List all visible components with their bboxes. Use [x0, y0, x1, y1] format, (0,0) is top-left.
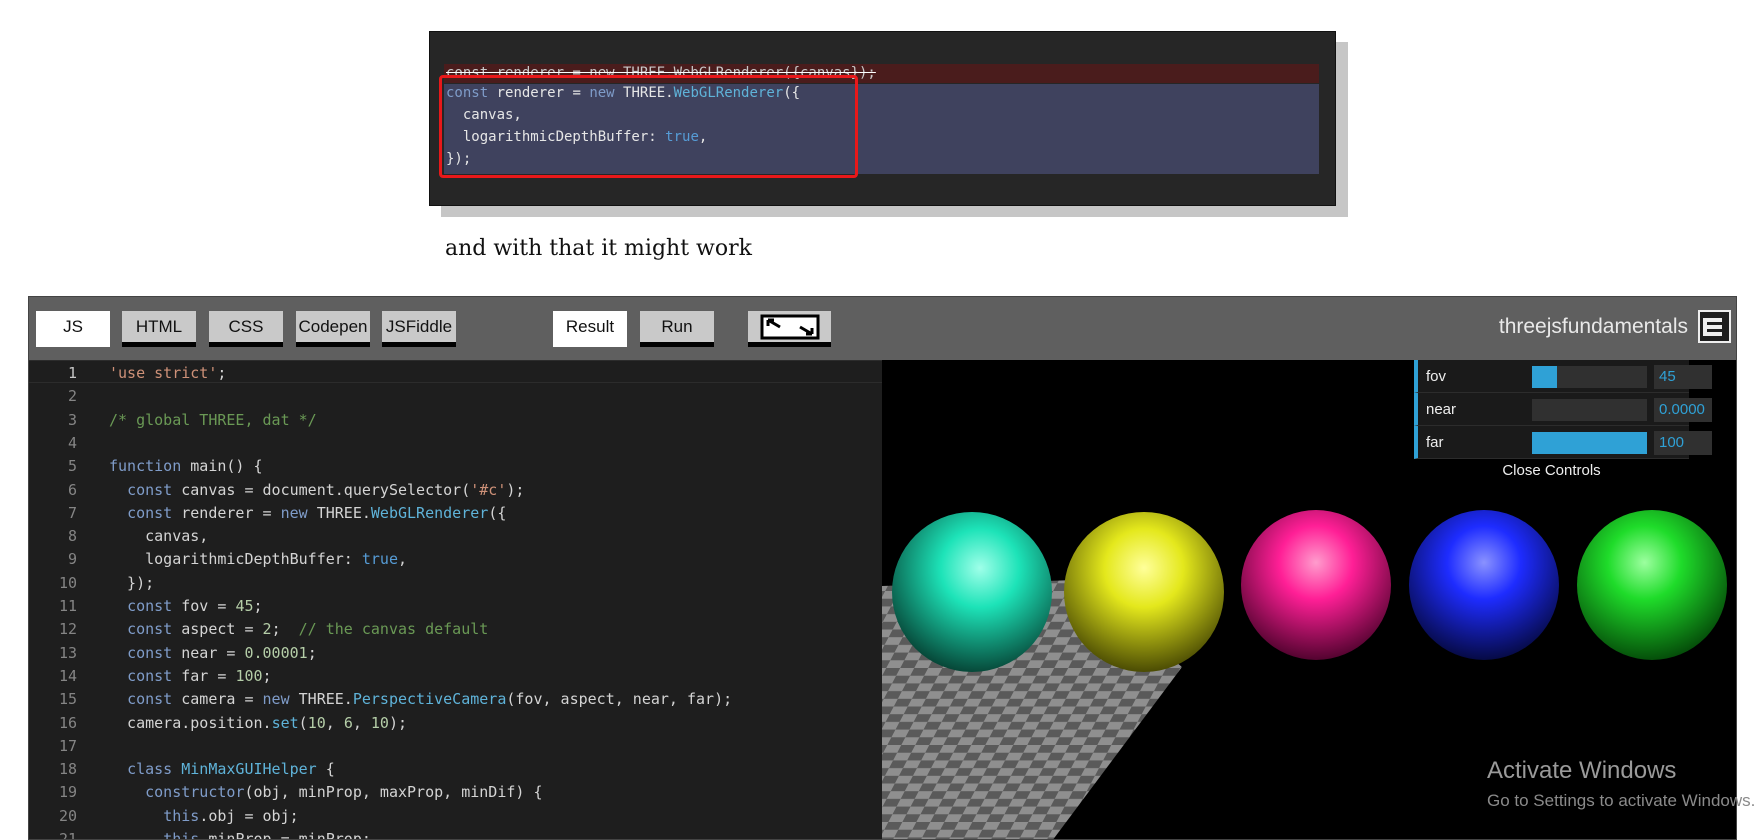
brand-name[interactable]: threejsfundamentals [1499, 315, 1688, 339]
expand-arrows-icon [760, 314, 819, 339]
tab-js[interactable]: JS [36, 311, 110, 347]
line-number: 16 [58, 713, 77, 732]
line-number: 15 [58, 690, 77, 709]
line-number: 4 [67, 433, 77, 452]
line-number: 10 [58, 573, 77, 592]
line-number: 21 [58, 830, 77, 840]
code-line[interactable]: /* global THREE, dat */ [109, 411, 317, 429]
gui-slider-fill [1532, 366, 1558, 388]
activate-windows-subtitle: Go to Settings to activate Windows. [1487, 791, 1756, 810]
gui-control-fov: fov 45 [1414, 360, 1712, 393]
code-line[interactable]: logarithmicDepthBuffer: true, [109, 550, 407, 568]
code-editor[interactable]: 1 'use strict'; 2 3 /* global THREE, dat */ 4… [29, 360, 882, 840]
gui-slider[interactable] [1532, 432, 1647, 454]
line-number: 17 [58, 736, 77, 755]
gui-control-far: far 100 [1414, 426, 1712, 459]
line-number: 8 [67, 527, 77, 546]
line-number: 6 [67, 480, 77, 499]
gui-control-near: near 0.0000 [1414, 393, 1712, 426]
gui-label: far [1426, 434, 1444, 451]
line-number: 1 [67, 364, 77, 382]
close-controls-button[interactable]: Close Controls [1414, 459, 1689, 483]
dat-gui-panel: fov 45 near 0.0000 far 100 Close Controls [1414, 360, 1712, 483]
sphere-magenta [1241, 510, 1391, 660]
line-number: 13 [58, 643, 77, 662]
gui-label: near [1426, 401, 1457, 418]
highlight-box [439, 75, 858, 178]
threejsfundamentals-logo-icon[interactable] [1698, 310, 1731, 343]
code-line[interactable]: const camera = new THREE.PerspectiveCame… [109, 690, 732, 708]
sphere-cyan [892, 512, 1052, 672]
line-number: 20 [58, 806, 77, 825]
code-line[interactable]: constructor(obj, minProp, maxProp, minDi… [109, 783, 542, 801]
code-line[interactable]: this.minProp = minProp; [109, 830, 371, 839]
editor-toolbar: JS HTML CSS Codepen JSFiddle Result Run … [29, 297, 1736, 360]
gui-slider[interactable] [1532, 366, 1647, 388]
code-line[interactable]: canvas, [109, 527, 208, 545]
line-number: 18 [58, 760, 77, 779]
line-number: 12 [58, 620, 77, 639]
code-line[interactable]: class MinMaxGUIHelper { [109, 760, 335, 778]
code-line[interactable]: }); [109, 574, 154, 592]
tab-codepen[interactable]: Codepen [296, 311, 370, 347]
line-number: 14 [58, 666, 77, 685]
gui-value-input[interactable]: 0.0000 [1654, 398, 1712, 422]
run-button[interactable]: Run [640, 311, 714, 347]
gui-value-input[interactable]: 100 [1654, 431, 1712, 455]
gui-slider[interactable] [1532, 399, 1647, 421]
gui-value-input[interactable]: 45 [1654, 365, 1712, 389]
code-line[interactable]: function main() { [109, 457, 263, 475]
line-number: 3 [67, 410, 77, 429]
caption-text: and with that it might work [445, 236, 752, 261]
fullscreen-button[interactable] [748, 311, 831, 347]
code-line[interactable]: const renderer = new THREE.WebGLRenderer… [109, 504, 506, 522]
sphere-blue [1409, 510, 1559, 660]
gui-slider-fill [1532, 432, 1647, 454]
code-line[interactable]: 'use strict'; [109, 364, 226, 382]
tab-html[interactable]: HTML [122, 311, 196, 347]
sphere-green [1577, 510, 1727, 660]
line-number: 9 [67, 550, 77, 569]
code-line[interactable]: const aspect = 2; // the canvas default [109, 620, 488, 638]
tab-css[interactable]: CSS [209, 311, 283, 347]
activate-windows-title: Activate Windows [1487, 757, 1677, 784]
line-number: 5 [67, 457, 77, 476]
line-number: 7 [67, 503, 77, 522]
code-line[interactable]: const near = 0.00001; [109, 644, 317, 662]
code-line[interactable]: const far = 100; [109, 667, 272, 685]
live-code-embed: JS HTML CSS Codepen JSFiddle Result Run … [28, 296, 1737, 840]
code-line[interactable]: camera.position.set(10, 6, 10); [109, 714, 407, 732]
code-line[interactable]: const fov = 45; [109, 597, 262, 615]
line-number: 11 [58, 597, 77, 615]
code-line[interactable]: this.obj = obj; [109, 807, 298, 825]
tab-jsfiddle[interactable]: JSFiddle [382, 311, 456, 347]
line-number: 2 [67, 387, 77, 406]
result-button[interactable]: Result [553, 311, 627, 347]
line-number: 19 [58, 783, 77, 802]
code-diff-snippet: const renderer = new THREE.WebGLRenderer… [429, 31, 1336, 206]
sphere-yellow [1064, 512, 1224, 672]
code-line[interactable]: const canvas = document.querySelector('#… [109, 481, 524, 499]
gui-label: fov [1426, 368, 1447, 385]
